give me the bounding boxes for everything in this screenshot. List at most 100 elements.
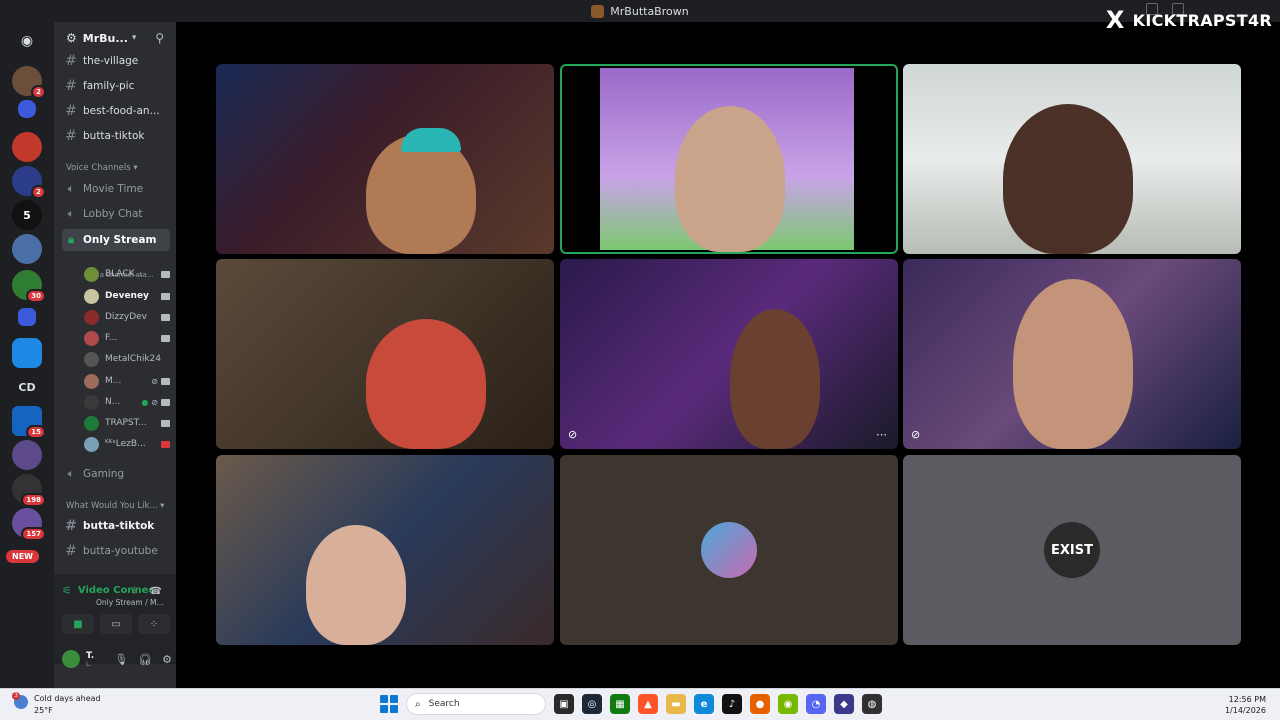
voice-member[interactable]: BLACK... <box>84 264 170 284</box>
server-icon[interactable] <box>12 440 42 470</box>
weather-title: Cold days ahead <box>34 694 101 703</box>
server-icon[interactable]: 157 <box>12 508 46 541</box>
noise-suppression-icon[interactable]: ⫶ <box>133 586 136 597</box>
user-info[interactable]: T. L. <box>86 651 106 668</box>
video-tile-speaking[interactable] <box>560 64 898 254</box>
activities-button[interactable]: ⁘ <box>138 614 170 634</box>
screen-share-button[interactable]: ▭ <box>100 614 132 634</box>
participant-avatar <box>701 522 757 578</box>
server-label: CD <box>18 380 36 394</box>
voice-member[interactable]: Deveney <box>84 286 170 306</box>
server-icon[interactable]: 2 <box>12 66 46 99</box>
more-options-icon[interactable]: ⋯ <box>876 428 888 441</box>
voice-member[interactable]: ᴷᴷˢLezB... <box>84 434 170 454</box>
voice-member[interactable]: M... ⊘ <box>84 371 170 391</box>
member-name: M... <box>105 376 122 386</box>
video-tile[interactable] <box>903 64 1241 254</box>
server-icon[interactable]: 15 <box>12 406 46 439</box>
weather-temp: 25°F <box>34 706 53 715</box>
task-view-icon[interactable]: ▣ <box>554 694 574 714</box>
voice-member[interactable]: N... ● ⊘ <box>84 392 170 412</box>
server-icon[interactable]: 5 <box>12 200 42 230</box>
muted-icon: ⊘ <box>568 428 578 441</box>
voice-member[interactable]: TRAPST... <box>84 413 170 433</box>
camera-icon <box>161 419 170 427</box>
server-icon[interactable] <box>12 132 42 162</box>
member-name: N... <box>105 397 121 407</box>
avatar <box>84 394 99 410</box>
hash-icon: # <box>65 543 77 559</box>
server-icon[interactable]: CD <box>12 372 42 402</box>
avatar <box>84 373 99 389</box>
folder-icon[interactable] <box>18 308 36 326</box>
file-explorer-icon[interactable]: ▬ <box>666 694 686 714</box>
system-clock[interactable]: 12:56 PM 1/14/2026 <box>1225 694 1266 716</box>
server-name: MrBu... <box>82 31 128 45</box>
x-logo-icon: X <box>1105 6 1125 34</box>
category-header[interactable]: What Would You Lik... ▾ <box>66 501 164 511</box>
nvidia-icon[interactable]: ◉ <box>778 694 798 714</box>
voice-member[interactable]: DizzyDev <box>84 307 170 327</box>
server-icon[interactable]: 198 <box>12 474 46 507</box>
edge-browser-icon[interactable]: e <box>694 694 714 714</box>
spreadsheet-app-icon[interactable]: ▦ <box>610 694 630 714</box>
new-unreads-pill[interactable]: NEW <box>6 550 39 563</box>
weather-icon: 3 <box>12 692 28 709</box>
channel-the-village[interactable]: # the-village <box>62 50 170 72</box>
discord-icon[interactable]: ◔ <box>806 694 826 714</box>
server-icon[interactable] <box>12 338 42 368</box>
windows-start-icon[interactable] <box>380 695 398 713</box>
voice-status-subtitle[interactable]: Only Stream / M... <box>96 598 164 607</box>
channel-butta-tiktok-2[interactable]: # butta-tiktok <box>62 515 170 537</box>
obs-icon[interactable]: ◍ <box>862 694 882 714</box>
headphones-icon[interactable]: 🎧︎ <box>138 653 152 666</box>
participant-video <box>730 309 820 449</box>
steam-icon[interactable]: ◎ <box>582 694 602 714</box>
voice-category-header[interactable]: Voice Channels ▾ <box>66 163 138 173</box>
brave-browser-icon[interactable]: ▲ <box>638 694 658 714</box>
video-tile[interactable]: ⊘ ⋯ <box>560 259 898 449</box>
camera-icon <box>161 398 170 406</box>
disconnect-icon[interactable]: ☎ <box>150 586 162 597</box>
microphone-icon[interactable]: 🎙︎ <box>114 653 128 666</box>
camera-icon <box>161 270 170 278</box>
video-tile[interactable] <box>216 455 554 645</box>
server-icon[interactable]: 30 <box>12 270 46 303</box>
member-name: DizzyDev <box>105 312 147 322</box>
voice-member[interactable]: MetalChik24 <box>84 349 170 369</box>
video-tile-avatar-only[interactable] <box>560 455 898 645</box>
server-icon[interactable] <box>12 234 42 264</box>
channel-best-food[interactable]: # best-food-an... <box>62 100 170 122</box>
tiktok-icon[interactable]: ♪ <box>722 694 742 714</box>
channel-label: butta-tiktok <box>83 130 145 142</box>
discord-home-icon[interactable]: ◉ <box>12 26 42 56</box>
taskbar-search[interactable]: ⌕ Search <box>406 693 546 715</box>
folder-icon[interactable] <box>18 100 36 118</box>
channel-butta-tiktok[interactable]: # butta-tiktok <box>62 125 170 147</box>
weather-widget[interactable]: 3 Cold days ahead 25°F <box>12 692 101 717</box>
camera-icon <box>161 292 170 300</box>
window-title: MrButtaBrown <box>610 4 689 18</box>
user-avatar[interactable] <box>62 650 80 668</box>
video-tile[interactable]: ⊘ <box>903 259 1241 449</box>
voice-member[interactable]: F... <box>84 328 170 348</box>
status-icon: ● <box>141 397 149 407</box>
video-tile-avatar-only[interactable]: EXIST <box>903 455 1241 645</box>
invite-people-icon[interactable]: ⚲ <box>155 31 164 45</box>
gear-icon[interactable]: ⚙ <box>162 653 172 666</box>
app-icon[interactable]: ◆ <box>834 694 854 714</box>
firefox-icon[interactable]: ● <box>750 694 770 714</box>
voice-channel-gaming[interactable]: 🔈︎ Gaming <box>62 463 170 485</box>
avatar <box>84 309 99 325</box>
video-tile[interactable] <box>216 259 554 449</box>
voice-channel-movie-time[interactable]: 🔈︎ Movie Time <box>62 178 170 200</box>
channel-butta-youtube[interactable]: # butta-youtube <box>62 540 170 562</box>
voice-channel-only-stream[interactable]: 🔒︎ Only Stream <box>62 229 170 251</box>
voice-channel-lobby-chat[interactable]: 🔈︎ Lobby Chat <box>62 203 170 225</box>
server-icon[interactable]: 2 <box>12 166 46 199</box>
video-tile[interactable] <box>216 64 554 254</box>
avatar-label: EXIST <box>1051 542 1093 558</box>
channel-family-pic[interactable]: # family-pic <box>62 75 170 97</box>
camera-button[interactable]: ■ <box>62 614 94 634</box>
mention-badge: 2 <box>31 85 46 99</box>
